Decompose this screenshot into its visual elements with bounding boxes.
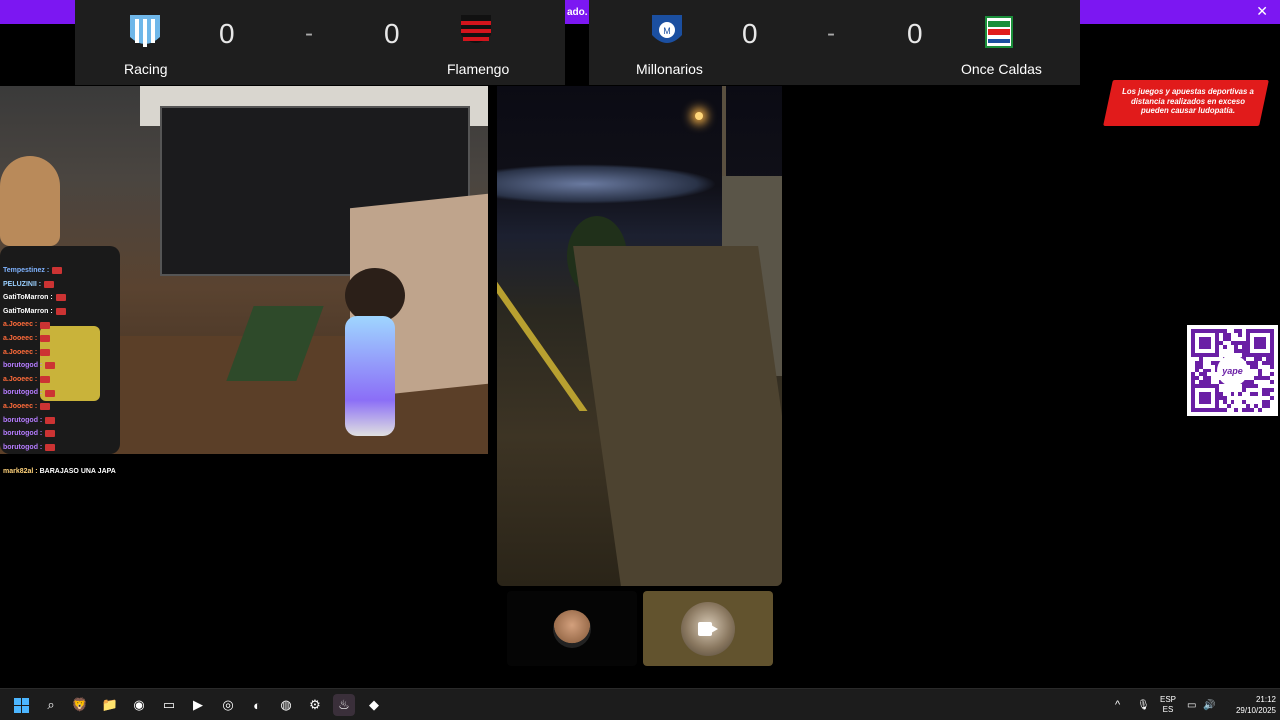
microphone-icon[interactable]: 🎙 bbox=[1137, 700, 1150, 711]
score-separator: - bbox=[305, 20, 313, 47]
language-indicator[interactable]: ESP ES bbox=[1160, 695, 1176, 715]
away-team-name: Flamengo bbox=[447, 61, 510, 77]
participant-tile-camera-off[interactable] bbox=[643, 591, 773, 666]
emote-icon bbox=[40, 348, 51, 356]
chat-username: a.Jooeec : bbox=[3, 334, 38, 342]
chat-username: a.Jooeec : bbox=[3, 402, 38, 410]
chat-overlay: Tempestinez : PELUZINII : GatiToMarron : Ga… bbox=[3, 264, 303, 454]
chat-username: a.Jooeec : bbox=[3, 321, 38, 329]
chat-line: PELUZINII : bbox=[3, 278, 303, 292]
chat-line: GatiToMarron : bbox=[3, 291, 303, 305]
chat-line: borutogod : bbox=[3, 427, 303, 441]
chat-username: PELUZINII : bbox=[3, 280, 42, 288]
emote-icon bbox=[45, 416, 56, 424]
emote-icon bbox=[40, 403, 51, 411]
chat-username: borutogod : bbox=[3, 389, 43, 397]
chat-line: borutogod : bbox=[3, 441, 303, 455]
obs-icon[interactable]: ◉ bbox=[128, 694, 150, 716]
chat-username: GatiToMarron : bbox=[3, 294, 53, 302]
yape-logo: yape bbox=[1217, 355, 1248, 386]
clock-date: 29/10/2025 bbox=[1235, 706, 1276, 715]
windows-taskbar: ⌕ 🦁 📁 ◉ ▭ ▶ ◎ ◐ ◍ ⚙ ♨ ◆ ^ 🎙 ESP ES ▭ 🔊 21:12 29/10/… bbox=[0, 688, 1280, 720]
svg-text:M: M bbox=[663, 26, 671, 36]
tray-chevron-icon[interactable]: ^ bbox=[1115, 699, 1120, 711]
millonarios-crest-icon: M bbox=[652, 15, 682, 43]
home-score: 0 bbox=[742, 18, 758, 49]
chat-username: borutogod : bbox=[3, 443, 43, 451]
chat-line: Tempestinez : bbox=[3, 264, 303, 278]
chat-line: a.Jooeec : bbox=[3, 400, 303, 414]
emote-icon bbox=[40, 335, 51, 343]
chat-username: a.Jooeec : bbox=[3, 375, 38, 383]
emote-icon bbox=[44, 280, 55, 288]
chat-username: Tempestinez : bbox=[3, 267, 50, 274]
chat-line: borutogod : bbox=[3, 414, 303, 428]
home-team-name: Millonarios bbox=[636, 61, 703, 77]
discord-icon[interactable]: ◐ bbox=[246, 694, 268, 716]
emote-icon bbox=[40, 376, 51, 384]
chat-message-text: BARAJASO UNA JAPA bbox=[39, 468, 116, 475]
settings-icon[interactable]: ⚙ bbox=[304, 694, 326, 716]
away-team-name: Once Caldas bbox=[961, 61, 1042, 77]
chat-line: a.Jooeec : bbox=[3, 346, 303, 360]
chat-line: borutogod : bbox=[3, 386, 303, 400]
volume-icon[interactable]: 🔊 bbox=[1203, 700, 1215, 711]
emote-icon bbox=[45, 430, 56, 438]
chat-line: a.Jooeec : bbox=[3, 373, 303, 387]
controller-app-icon[interactable]: ◎ bbox=[217, 694, 239, 716]
close-icon[interactable]: ✕ bbox=[1256, 3, 1268, 20]
camera-icon bbox=[698, 621, 718, 636]
participant-avatar bbox=[553, 609, 591, 648]
streamlabs-icon[interactable]: ▶ bbox=[187, 694, 209, 716]
flamengo-crest-icon bbox=[461, 15, 491, 43]
yape-qr-code: yape bbox=[1187, 325, 1278, 416]
street-video-feed bbox=[497, 86, 782, 586]
chat-username: borutogod : bbox=[3, 416, 43, 424]
chat-message-last: mark82al : BARAJASO UNA JAPA bbox=[3, 468, 116, 475]
emote-icon bbox=[52, 267, 63, 275]
stream-screen: ado. L ✕ Racing 0 - 0 Flamengo M Millona… bbox=[0, 0, 1280, 720]
emote-icon bbox=[45, 389, 56, 397]
system-clock[interactable]: 21:12 29/10/2025 bbox=[1224, 694, 1276, 716]
participant-tile[interactable] bbox=[507, 591, 637, 666]
warning-text: Los juegos y apuestas deportivas a dista… bbox=[1122, 87, 1254, 115]
chat-line: GatiToMarron : bbox=[3, 305, 303, 319]
emote-icon bbox=[45, 444, 56, 452]
file-explorer-icon[interactable]: 📁 bbox=[99, 694, 121, 716]
chat-username: borutogod : bbox=[3, 430, 43, 438]
chat-line: a.Jooeec : bbox=[3, 318, 303, 332]
scoreboard-millonarios-oncecaldas: M Millonarios 0 - 0 Once Caldas bbox=[589, 0, 1080, 85]
emote-icon bbox=[40, 321, 51, 329]
dota-icon[interactable]: ◆ bbox=[363, 694, 385, 716]
emote-icon bbox=[55, 294, 66, 302]
away-score: 0 bbox=[384, 18, 400, 49]
chat-line: a.Jooeec : bbox=[3, 332, 303, 346]
home-score: 0 bbox=[219, 18, 235, 49]
emote-icon bbox=[55, 308, 66, 316]
clock-time: 21:12 bbox=[1255, 695, 1276, 704]
chat-username: mark82al : bbox=[3, 468, 38, 475]
racing-crest-icon bbox=[130, 15, 160, 47]
microphone bbox=[345, 316, 395, 436]
chat-username: GatiToMarron : bbox=[3, 307, 53, 315]
gambling-warning: Los juegos y apuestas deportivas a dista… bbox=[1103, 80, 1269, 126]
score-separator: - bbox=[827, 20, 835, 47]
search-icon[interactable]: ⌕ bbox=[40, 694, 62, 716]
chat-username: borutogod : bbox=[3, 362, 43, 370]
chat-line: borutogod : bbox=[3, 359, 303, 373]
steam-icon[interactable]: ♨ bbox=[333, 694, 355, 716]
media-player-icon[interactable]: ▭ bbox=[158, 694, 180, 716]
start-button[interactable] bbox=[10, 694, 32, 716]
network-icon[interactable]: ▭ bbox=[1187, 700, 1196, 711]
chat-username: a.Jooeec : bbox=[3, 348, 38, 356]
participant-avatar bbox=[681, 601, 735, 656]
away-score: 0 bbox=[907, 18, 923, 49]
brave-browser-icon[interactable]: 🦁 bbox=[69, 694, 91, 716]
scoreboard-racing-flamengo: Racing 0 - 0 Flamengo bbox=[75, 0, 565, 85]
emote-icon bbox=[45, 362, 56, 370]
home-team-name: Racing bbox=[124, 61, 168, 77]
once-caldas-crest-icon bbox=[985, 16, 1013, 48]
chrome-icon[interactable]: ◍ bbox=[275, 694, 297, 716]
